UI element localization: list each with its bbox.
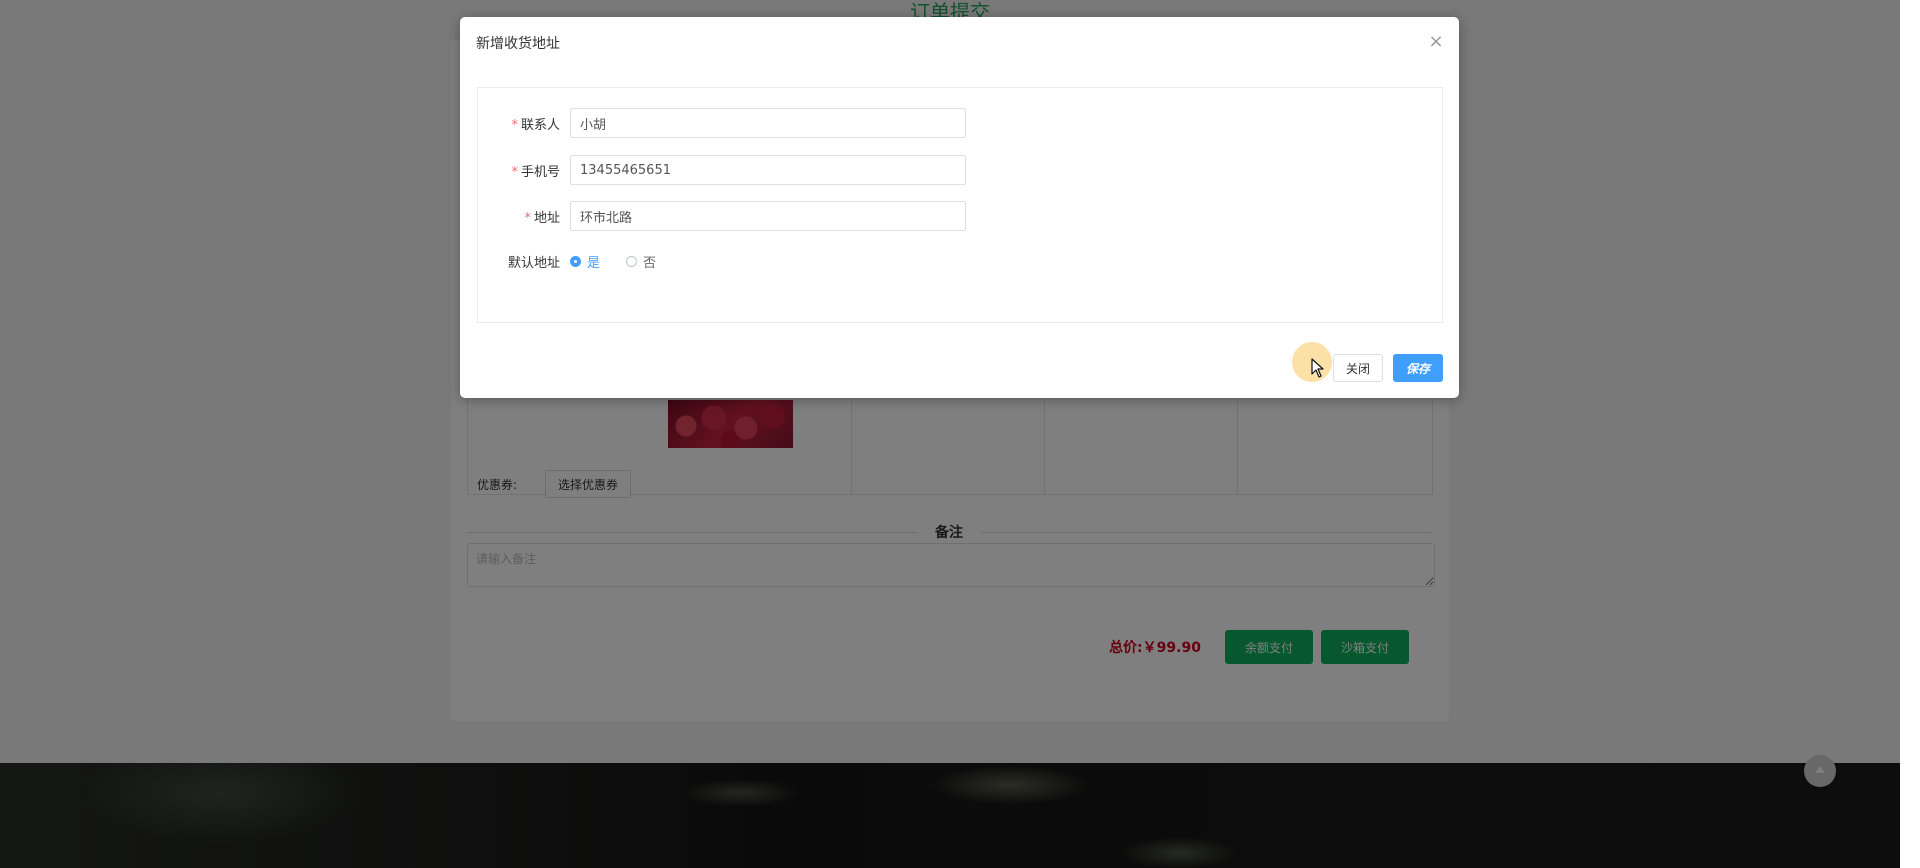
radio-unchecked-icon bbox=[626, 255, 638, 267]
save-button[interactable]: 保存 bbox=[1392, 354, 1443, 382]
phone-input[interactable] bbox=[570, 155, 966, 185]
default-address-label: 默认地址 bbox=[507, 255, 560, 271]
form-row-default: 默认地址 是 否 bbox=[478, 246, 682, 276]
scrollbar-track bbox=[1900, 0, 1920, 868]
required-mark: * bbox=[511, 164, 518, 180]
form-row-address: * 地址 bbox=[478, 201, 966, 231]
default-address-radio-group: 是 否 bbox=[570, 252, 682, 271]
contact-label: * 联系人 bbox=[511, 117, 560, 133]
required-mark: * bbox=[524, 210, 531, 226]
mouse-pointer-icon bbox=[1311, 358, 1324, 378]
radio-default-no[interactable]: 否 bbox=[626, 252, 656, 271]
close-button[interactable]: 关闭 bbox=[1332, 354, 1383, 382]
dialog-title: 新增收货地址 bbox=[476, 36, 560, 52]
address-input[interactable] bbox=[570, 201, 966, 231]
form-row-phone: * 手机号 bbox=[478, 155, 966, 185]
radio-checked-icon bbox=[570, 255, 581, 267]
form-row-contact: * 联系人 bbox=[478, 108, 966, 138]
close-icon[interactable]: × bbox=[1425, 31, 1447, 53]
add-address-dialog: 新增收货地址 × *联系人 *手机号 *地址 默认地址 是 否 bbox=[460, 17, 1459, 398]
contact-input[interactable] bbox=[570, 108, 966, 138]
phone-label: * 手机号 bbox=[511, 164, 560, 180]
required-mark: * bbox=[511, 117, 518, 133]
address-label: * 地址 bbox=[524, 210, 560, 226]
radio-default-yes[interactable]: 是 bbox=[570, 252, 600, 271]
address-form: *联系人 *手机号 *地址 默认地址 是 否 bbox=[477, 87, 1443, 323]
dialog-footer: 关闭 保存 bbox=[1332, 354, 1443, 382]
